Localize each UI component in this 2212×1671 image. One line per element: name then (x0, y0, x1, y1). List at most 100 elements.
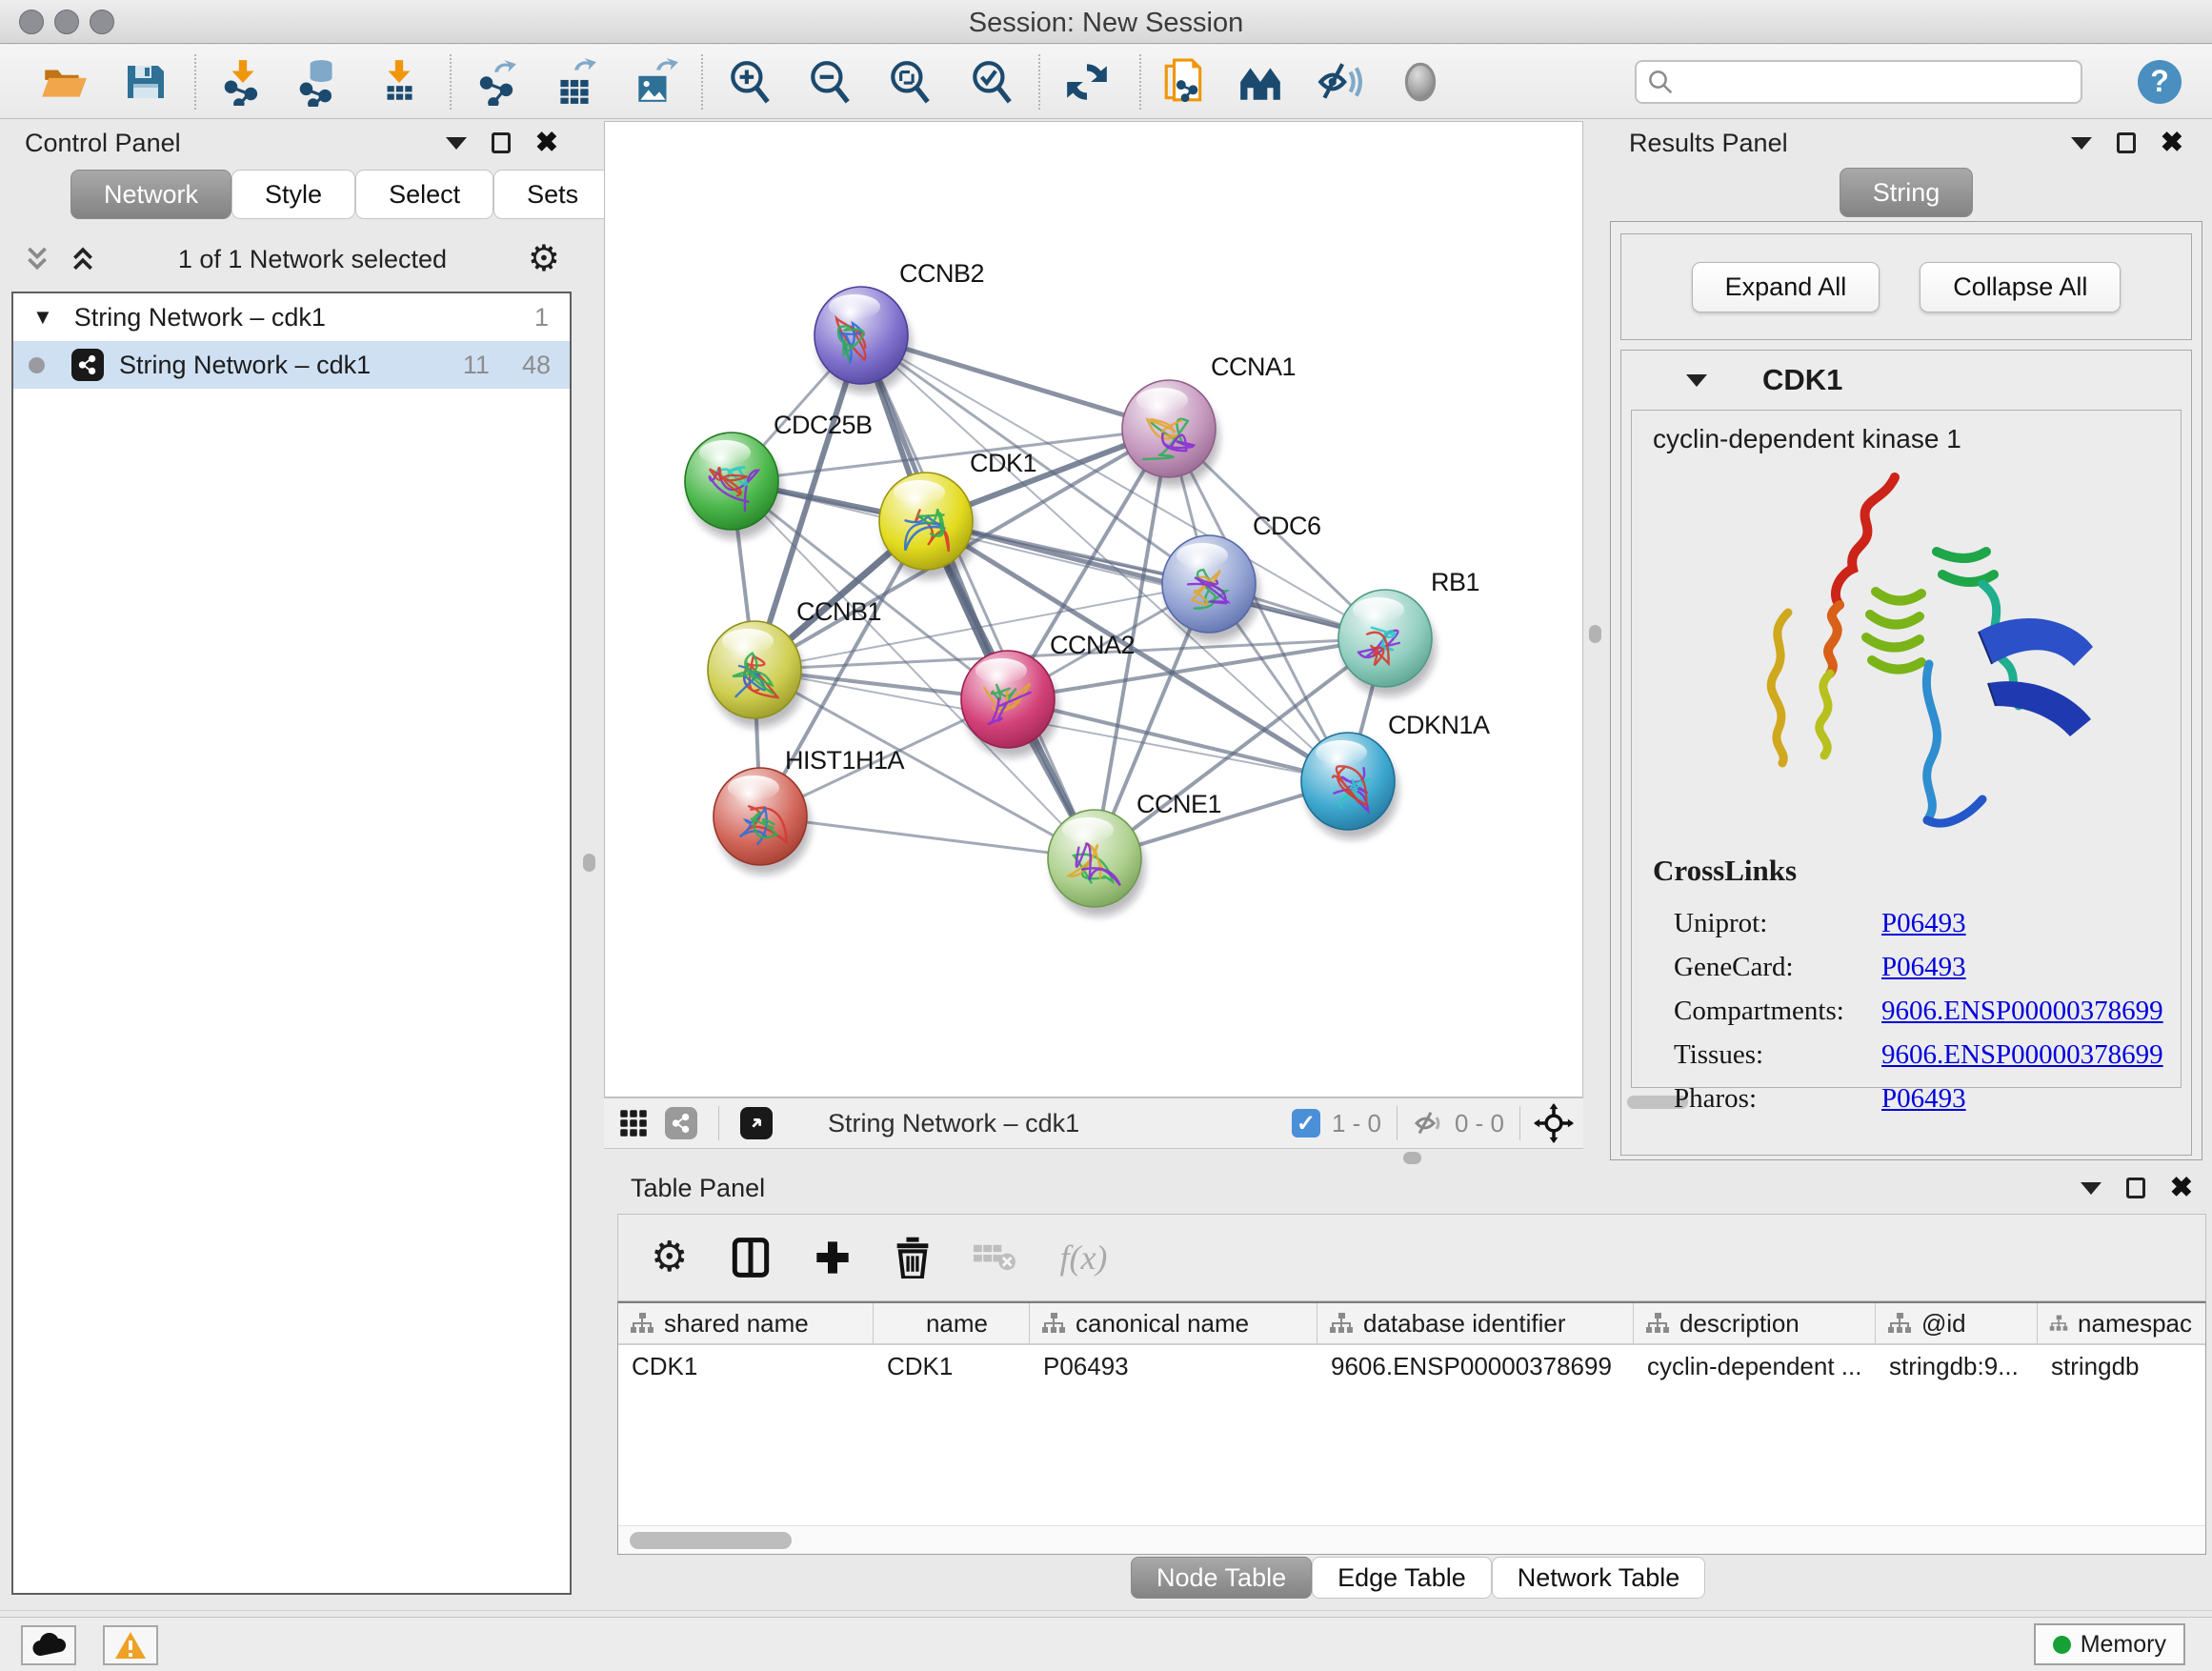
annotations-button[interactable] (1160, 58, 1208, 106)
delete-column-trash-icon[interactable] (895, 1237, 930, 1278)
column-header[interactable]: namespac (2038, 1303, 2192, 1343)
memory-button[interactable]: Memory (2034, 1623, 2185, 1665)
network-row[interactable]: String Network – cdk1 11 48 (13, 341, 570, 389)
show-columns-icon[interactable] (732, 1237, 770, 1278)
import-network-button[interactable] (219, 58, 267, 106)
export-image-button[interactable] (631, 58, 678, 106)
column-header[interactable]: canonical name (1030, 1303, 1317, 1343)
tab-network[interactable]: Network (70, 170, 231, 219)
cloud-status-button[interactable] (21, 1625, 76, 1665)
export-table-button[interactable] (551, 58, 598, 106)
crosslink-link[interactable]: 9606.ENSP00000378699 (1881, 1039, 2163, 1071)
string-view-icon[interactable] (665, 1107, 697, 1139)
crosslink-label: Compartments: (1674, 996, 1881, 1027)
left-splitter-handle[interactable] (583, 854, 595, 872)
create-column-plus-icon[interactable] (814, 1238, 852, 1277)
bottom-splitter-handle[interactable] (1403, 1152, 1421, 1164)
collection-expand-icon[interactable]: ▼ (32, 305, 53, 330)
hidden-eye-slash-icon (1411, 1109, 1445, 1137)
panel-menu-icon[interactable] (2081, 1182, 2101, 1195)
main-toolbar: ? (0, 45, 2212, 119)
network-node[interactable]: CDK1 (879, 449, 1036, 579)
hide-selected-button[interactable] (1315, 58, 1362, 106)
toolbar-search-input[interactable] (1635, 60, 2082, 104)
import-database-icon (295, 57, 343, 107)
network-node[interactable]: CDKN1A (1301, 711, 1490, 839)
crosslink-link[interactable]: P06493 (1881, 908, 1966, 939)
first-neighbors-button[interactable] (1237, 58, 1284, 106)
network-options-gear-icon[interactable]: ⚙ (528, 241, 560, 277)
network-node[interactable]: RB1 (1338, 568, 1479, 696)
open-session-button[interactable] (40, 58, 88, 106)
network-view[interactable]: CCNB2CCNA1CDC25BCDK1CDC6RB1CCNB1CCNA2CDK… (604, 121, 1583, 1097)
tab-edge-table[interactable]: Edge Table (1312, 1557, 1492, 1599)
float-panel-icon[interactable] (492, 132, 511, 153)
grid-view-icon[interactable] (619, 1109, 648, 1137)
selected-checkbox-icon[interactable]: ✓ (1292, 1109, 1320, 1137)
column-header[interactable]: database identifier (1317, 1303, 1634, 1343)
window-title: Session: New Session (0, 8, 2212, 39)
network-node[interactable]: CCNB2 (814, 259, 984, 393)
results-panel-title: Results Panel (1629, 129, 1788, 158)
close-panel-icon[interactable]: ✖ (2161, 130, 2183, 157)
birds-eye-view-icon[interactable] (740, 1107, 773, 1139)
crosslink-link[interactable]: P06493 (1881, 1083, 1966, 1115)
tab-node-table[interactable]: Node Table (1131, 1557, 1312, 1599)
gene-section-header[interactable]: CDK1 (1621, 351, 2191, 410)
export-network-button[interactable] (473, 58, 520, 106)
close-panel-icon[interactable]: ✖ (2170, 1175, 2193, 1202)
expand-all-button[interactable]: Expand All (1692, 262, 1880, 312)
column-type-icon (1645, 1312, 1670, 1335)
tab-sets[interactable]: Sets (493, 170, 612, 219)
memory-status-dot (2053, 1636, 2071, 1654)
save-session-button[interactable] (122, 58, 170, 106)
float-panel-icon[interactable] (2126, 1178, 2145, 1198)
table-row[interactable]: CDK1 CDK1 P06493 9606.ENSP00000378699 cy… (618, 1345, 2205, 1387)
node-table: shared name name canonical name database… (617, 1301, 2206, 1555)
right-splitter-handle[interactable] (1589, 625, 1601, 643)
table-options-gear-icon[interactable]: ⚙ (651, 1237, 688, 1278)
panel-menu-icon[interactable] (446, 137, 467, 150)
save-icon (123, 59, 169, 105)
network-collection-row[interactable]: ▼ String Network – cdk1 1 (13, 293, 570, 341)
network-node[interactable]: CDC6 (1162, 512, 1321, 642)
table-horizontal-scrollbar[interactable] (618, 1525, 2205, 1554)
warning-icon (114, 1631, 147, 1660)
export-table-icon (551, 58, 598, 106)
help-button[interactable]: ? (2138, 60, 2182, 104)
pan-crosshair-icon[interactable] (1534, 1103, 1574, 1143)
network-node[interactable]: HIST1H1A (714, 746, 905, 875)
collapse-all-networks-icon[interactable] (23, 244, 51, 274)
panel-menu-icon[interactable] (2071, 137, 2092, 150)
tab-network-table[interactable]: Network Table (1492, 1557, 1706, 1599)
column-header[interactable]: shared name (618, 1303, 874, 1343)
zoom-in-button[interactable] (726, 58, 774, 106)
tab-style[interactable]: Style (231, 170, 355, 219)
scrollbar-thumb[interactable] (630, 1532, 792, 1549)
collapse-all-button[interactable]: Collapse All (1920, 262, 2121, 312)
zoom-out-button[interactable] (806, 58, 854, 106)
tab-select[interactable]: Select (355, 170, 493, 219)
tab-string[interactable]: String (1840, 168, 1974, 217)
import-table-button[interactable] (375, 58, 423, 106)
crosslink-link[interactable]: 9606.ENSP00000378699 (1881, 996, 2163, 1027)
zoom-fit-button[interactable] (886, 58, 934, 106)
column-header[interactable]: name (874, 1303, 1030, 1343)
warnings-button[interactable] (103, 1625, 158, 1665)
network-node[interactable]: CCNA1 (1122, 352, 1296, 487)
gene-collapse-icon[interactable] (1686, 374, 1707, 387)
show-all-button[interactable] (1397, 58, 1444, 106)
crosslink-label: Pharos: (1674, 1083, 1881, 1115)
apply-layout-button[interactable] (1063, 58, 1111, 106)
network-node[interactable]: CCNB1 (708, 597, 881, 728)
network-canvas[interactable]: CCNB2CCNA1CDC25BCDK1CDC6RB1CCNB1CCNA2CDK… (605, 122, 1582, 1097)
zoom-selected-button[interactable] (968, 58, 1016, 106)
crosslink-link[interactable]: P06493 (1881, 952, 1966, 983)
eye-slash-icon (1315, 56, 1362, 108)
column-header[interactable]: @id (1876, 1303, 2038, 1343)
import-network-from-database-button[interactable] (295, 58, 343, 106)
close-panel-icon[interactable]: ✖ (535, 130, 558, 157)
column-header[interactable]: description (1634, 1303, 1876, 1343)
float-panel-icon[interactable] (2117, 132, 2136, 153)
expand-all-networks-icon[interactable] (69, 244, 97, 274)
